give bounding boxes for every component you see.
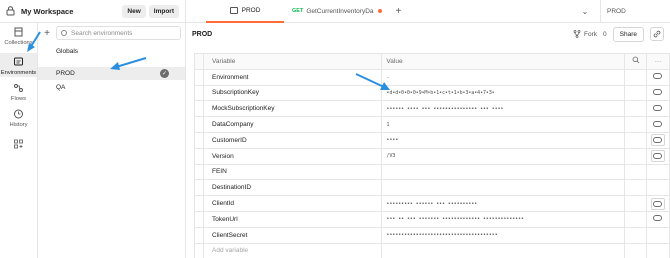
environment-item-label: PROD [56, 70, 75, 77]
workspace-title[interactable]: My Workspace [21, 7, 73, 16]
environment-toolbar: + Search environments [38, 24, 185, 42]
variable-name[interactable]: CustomerID [202, 131, 383, 149]
tab-label: GetCurrentInventoryDa [306, 7, 374, 15]
apps-grid-icon [13, 139, 25, 149]
variable-value[interactable]: •••••••••••••••••••••••••••••••••••••• [381, 226, 626, 244]
add-variable-row[interactable]: Add variable [194, 242, 670, 258]
variable-name[interactable]: Version [202, 147, 383, 165]
cloud-upload-icon[interactable] [645, 195, 670, 212]
table-row[interactable]: MockSubscriptionKey •••••• •••• ••• ••••… [194, 100, 670, 118]
sidebar-item-history[interactable]: History [0, 109, 37, 131]
cloud-icon[interactable] [645, 84, 670, 102]
import-button[interactable]: Import [148, 4, 179, 18]
sidebar-item-label: Flows [10, 96, 27, 102]
table-row[interactable]: FEIN [194, 163, 670, 181]
flows-icon [13, 83, 25, 93]
environment-item-qa[interactable]: QA [38, 81, 185, 94]
search-icon[interactable] [624, 53, 647, 70]
fork-count: 0 [603, 30, 607, 38]
lock-icon [6, 6, 16, 16]
table-row[interactable]: Environment . [194, 68, 670, 86]
sidebar-rail: Collections Environments Flows History [0, 23, 38, 258]
table-row[interactable]: DestinationID [194, 179, 670, 197]
tab-prod[interactable]: PROD [206, 0, 284, 23]
search-placeholder: Search environments [71, 29, 133, 37]
share-button[interactable]: Share [612, 26, 644, 42]
environment-selector-value: PROD [607, 7, 626, 15]
cloud-icon[interactable] [645, 68, 670, 86]
tab-bar: PROD GET GetCurrentInventoryDa + ⌄ PROD [186, 0, 670, 23]
environments-icon [13, 57, 25, 67]
globals-label: Globals [56, 48, 79, 55]
variables-table: Variable Value ··· Environment . Subscri… [194, 53, 670, 258]
sidebar-item-label: History [9, 122, 28, 128]
request-method: GET [292, 8, 304, 14]
tab-request[interactable]: GET GetCurrentInventoryDa [284, 0, 390, 23]
new-tab-plus-icon[interactable]: + [390, 6, 408, 17]
fork-label: Fork [584, 30, 598, 38]
sidebar-item-label: Environments [0, 70, 37, 76]
variable-value[interactable] [381, 179, 626, 197]
collections-icon [13, 27, 25, 37]
configure-sidebar-button[interactable] [0, 139, 37, 153]
variable-value[interactable]: . [381, 68, 626, 86]
cloud-upload-icon[interactable] [645, 147, 670, 165]
table-row[interactable]: ClientSecret •••••••••••••••••••••••••••… [194, 226, 670, 244]
table-row[interactable]: TokenUrl ••• •• ••• ••••••• ••••••••••••… [194, 210, 670, 228]
environment-icon [229, 6, 238, 14]
table-row[interactable]: SubscriptionKey •d•d•0•0•0•9•M•b•1•c•t•1… [194, 84, 670, 102]
new-button[interactable]: New [122, 4, 146, 18]
table-row[interactable]: CustomerID •••• [194, 131, 670, 149]
more-options-icon[interactable]: ··· [645, 53, 670, 70]
column-header-variable: Variable [202, 53, 383, 70]
sidebar-item-flows[interactable]: Flows [0, 83, 37, 105]
sidebar-item-environments[interactable]: Environments [0, 53, 37, 77]
search-environments-input[interactable]: Search environments [56, 26, 181, 40]
active-check-icon[interactable]: ✓ [160, 69, 169, 78]
chevron-down-icon[interactable]: ⌄ [570, 0, 600, 23]
variable-value[interactable]: •••••• •••• ••• ••••••••••••••• ••• •••• [381, 100, 626, 118]
annotation-arrow [355, 73, 390, 90]
environment-header: PROD Fork 0 Share [186, 23, 670, 45]
column-header-value: Value [381, 53, 626, 70]
environment-title[interactable]: PROD [192, 31, 212, 38]
tab-label: PROD [241, 6, 261, 14]
variable-name[interactable]: MockSubscriptionKey [202, 100, 383, 118]
environment-item-label: QA [56, 84, 66, 91]
variable-value[interactable]: /V3 [381, 147, 626, 165]
fork-button[interactable]: Fork [573, 30, 597, 38]
cloud-upload-icon[interactable] [645, 131, 670, 149]
search-icon [61, 30, 67, 36]
workspace-header: My Workspace New Import [0, 0, 186, 23]
variable-value[interactable]: ••••••••• •••••• ••• •••••••••• [381, 195, 626, 212]
variable-name[interactable]: DestinationID [202, 179, 383, 197]
unsaved-dot-icon [377, 9, 382, 13]
history-icon [13, 109, 25, 119]
variable-value[interactable]: 1 [381, 116, 626, 133]
cloud-icon[interactable] [645, 116, 670, 133]
table-header-row: Variable Value ··· [194, 53, 670, 70]
annotation-arrow [110, 57, 147, 70]
variable-value[interactable]: •d•d•0•0•0•9•M•b•1•c•t•1•b•3•a•4•7•3• [381, 84, 626, 102]
table-row[interactable]: ClientId ••••••••• •••••• ••• •••••••••• [194, 195, 670, 212]
variable-value[interactable] [381, 163, 626, 181]
variable-name[interactable]: FEIN [202, 163, 383, 181]
add-variable-placeholder[interactable]: Add variable [202, 242, 383, 258]
variable-name[interactable]: ClientId [202, 195, 383, 212]
variable-name[interactable]: ClientSecret [202, 226, 383, 244]
fork-icon [573, 30, 581, 38]
environment-selector[interactable]: PROD [600, 0, 670, 23]
variable-name[interactable]: DataCompany [202, 116, 383, 133]
cloud-icon[interactable] [645, 210, 670, 228]
copy-link-icon[interactable] [650, 27, 664, 41]
variable-value[interactable]: ••• •• ••• ••••••• ••••••••••••• •••••••… [381, 210, 626, 228]
variable-name[interactable]: TokenUrl [202, 210, 383, 228]
annotation-arrow [27, 31, 41, 52]
table-row[interactable]: Version /V3 [194, 147, 670, 165]
table-row[interactable]: DataCompany 1 [194, 116, 670, 133]
environment-editor: PROD Fork 0 Share Variable Value ··· Env… [186, 23, 670, 258]
cloud-icon[interactable] [645, 100, 670, 118]
variable-value[interactable]: •••• [381, 131, 626, 149]
